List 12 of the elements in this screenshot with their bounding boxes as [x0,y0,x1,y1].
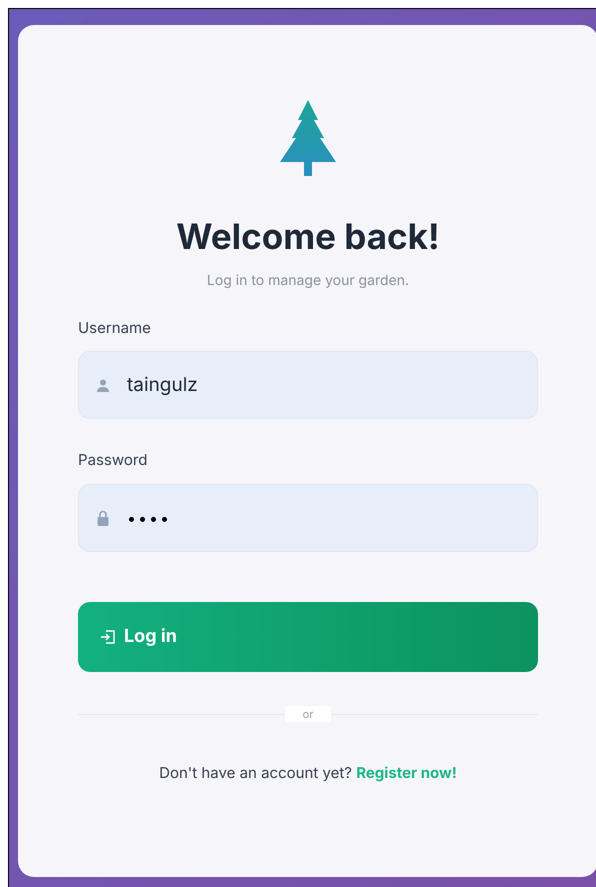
login-icon [100,628,116,645]
user-icon [97,378,109,392]
register-prompt: Don't have an account yet? Register now! [158,762,458,784]
field-label: Username [78,316,152,339]
divider-label: or [284,706,332,722]
field-label: Password [78,449,148,472]
welcome-heading: Welcome back! [176,216,440,260]
username-field[interactable]: taingulz [78,351,538,420]
subtitle: Log in to manage your garden. [206,270,410,291]
lock-icon [97,510,109,526]
password-field[interactable]: •••• [78,484,538,552]
tree-icon [278,100,338,178]
